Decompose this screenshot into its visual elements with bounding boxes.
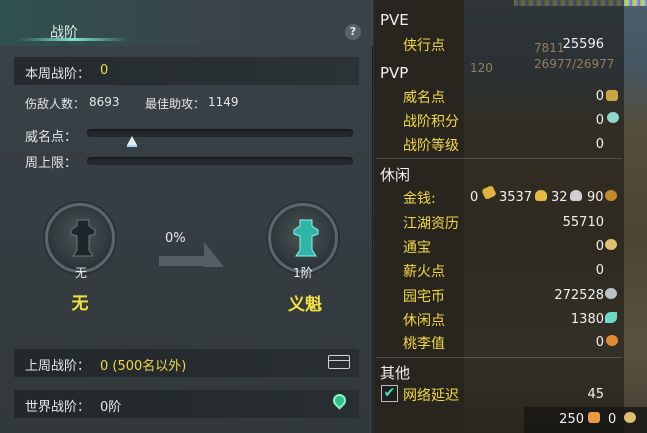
emblem-bottle-icon — [70, 219, 96, 257]
arrow-right-head — [204, 242, 224, 267]
chivalry-points-value: 25596 — [562, 37, 604, 52]
coin-icon — [624, 412, 636, 423]
chest-icon[interactable] — [328, 355, 350, 369]
other-header: 其他 — [380, 364, 411, 382]
peach-icon — [606, 335, 618, 346]
section-divider — [376, 158, 622, 159]
chivalry-points-label: 侠行点 — [403, 38, 445, 54]
rank-panel: 战阶 ? 本周战阶： 0 伤敌人数： 8693 最佳助攻： 1149 威名点： … — [0, 0, 373, 433]
leaf-icon — [605, 312, 617, 323]
weekly-cap-label: 周上限： — [25, 156, 78, 171]
leisure-header: 休闲 — [380, 166, 411, 184]
pve-header: PVE — [380, 11, 409, 29]
background-text-b: 26977/26977 — [534, 57, 615, 71]
currency-panel: 7811 26977/26977 120 PVE 侠行点 25596 PVP 威… — [374, 0, 647, 433]
rank-level-value: 0 — [595, 137, 604, 152]
money-label: 金钱: — [403, 191, 436, 207]
world-rank-label: 世界战阶： — [25, 400, 91, 415]
tongbao-value: 0 — [595, 239, 604, 254]
jianghu-seniority-label: 江湖资历 — [403, 216, 459, 232]
arrow-right-icon — [159, 256, 205, 266]
weekly-rank-label: 本周战阶： — [25, 67, 91, 82]
tongbao-coin-icon — [605, 239, 617, 250]
estate-coin-label: 园宅币 — [403, 289, 445, 305]
bottom-value-1: 250 — [559, 412, 584, 427]
ember-points-value: 0 — [595, 263, 604, 278]
weekly-rank-value: 0 — [100, 63, 109, 78]
prestige-icon — [606, 90, 618, 101]
rank-score-icon — [607, 112, 619, 123]
estate-coin-value: 272528 — [554, 288, 604, 303]
next-rank-tier: 1阶 — [293, 266, 313, 280]
next-rank-name: 义魁 — [288, 295, 322, 315]
rank-score-value: 0 — [595, 113, 604, 128]
money-value-1: 0 — [470, 190, 479, 205]
world-rank-row: 世界战阶： 0阶 — [14, 390, 359, 418]
gold-ingot-icon — [535, 190, 547, 201]
estate-coin-icon — [605, 288, 617, 299]
money-value-2: 3537 — [499, 190, 533, 205]
silver-ingot-icon — [570, 190, 582, 201]
panel-header: 战阶 — [0, 0, 373, 46]
bottom-value-2: 0 — [608, 412, 617, 427]
prestige-marker-icon — [127, 136, 137, 145]
current-rank-name: 无 — [71, 294, 89, 314]
tongbao-label: 通宝 — [403, 240, 431, 256]
pvp-header: PVP — [380, 64, 409, 82]
prestige-marker-base — [127, 145, 137, 147]
title-swoosh — [18, 38, 128, 41]
money-value-4: 90 — [587, 190, 604, 205]
weekly-rank-row: 本周战阶： 0 — [14, 57, 359, 85]
boot-icon — [588, 412, 600, 423]
rank-score-label: 战阶积分 — [403, 114, 459, 130]
background-text-c: 120 — [470, 61, 493, 75]
jianghu-seniority-value: 55710 — [562, 215, 604, 230]
latency-checkbox[interactable]: ✔ — [381, 385, 398, 402]
emblem-bottle-icon — [293, 219, 319, 257]
last-week-row: 上周战阶： 0 (500名以外) — [14, 349, 359, 377]
rank-progress-percent: 0% — [165, 231, 186, 246]
prestige-points-label: 威名点 — [403, 90, 445, 106]
section-divider — [376, 357, 622, 358]
leisure-points-label: 休闲点 — [403, 313, 445, 329]
weekly-cap-progress-bar — [87, 157, 353, 165]
copper-coin-icon — [605, 190, 617, 201]
best-assist-label: 最佳助攻： — [145, 97, 206, 111]
best-assist-value: 1149 — [208, 95, 239, 109]
help-button[interactable]: ? — [345, 24, 361, 40]
latency-label: 网络延迟 — [403, 388, 459, 404]
current-rank-emblem[interactable] — [45, 203, 115, 273]
mentor-value-label: 桃李值 — [403, 336, 445, 352]
world-rank-value: 0阶 — [100, 400, 122, 415]
current-rank-tier: 无 — [74, 266, 87, 280]
latency-value: 45 — [587, 387, 604, 402]
prestige-points-value: 0 — [595, 89, 604, 104]
last-week-value: 0 (500名以外) — [100, 359, 187, 374]
prestige-label: 威名点： — [25, 130, 78, 145]
mentor-value-value: 0 — [595, 335, 604, 350]
kills-label: 伤敌人数： — [25, 97, 86, 111]
last-week-label: 上周战阶： — [25, 359, 91, 374]
next-rank-emblem[interactable] — [268, 203, 338, 273]
leisure-points-value: 1380 — [570, 312, 604, 327]
money-value-3: 32 — [551, 190, 568, 205]
check-icon: ✔ — [383, 385, 396, 401]
ember-points-label: 薪火点 — [403, 264, 445, 280]
kills-value: 8693 — [89, 95, 120, 109]
rank-level-label: 战阶等级 — [403, 138, 459, 154]
